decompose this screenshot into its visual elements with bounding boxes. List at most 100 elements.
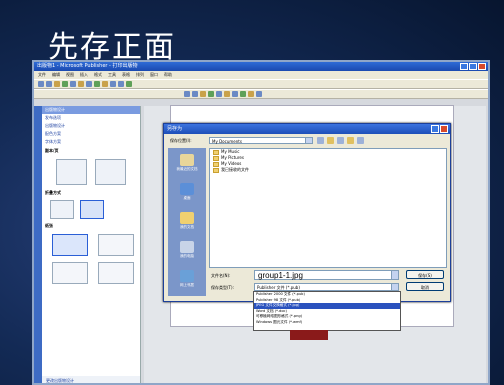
layout-option-2[interactable]	[95, 159, 126, 185]
redo-icon[interactable]	[110, 81, 116, 87]
fold-thumbs	[42, 198, 140, 221]
menu-help[interactable]: 帮助	[164, 71, 172, 79]
font-color-icon[interactable]	[248, 91, 254, 97]
filename-input[interactable]: group1-1.jpg	[254, 270, 399, 280]
document-graphic	[290, 330, 328, 340]
bullets-icon[interactable]	[232, 91, 238, 97]
save-icon[interactable]	[54, 81, 60, 87]
up-folder-icon[interactable]	[327, 137, 334, 144]
objects-toolbar[interactable]	[34, 106, 42, 383]
italic-icon[interactable]	[192, 91, 198, 97]
sheet-option-2[interactable]	[98, 234, 134, 256]
dialog-title-bar: 另存为	[164, 124, 450, 134]
menu-tools[interactable]: 工具	[108, 71, 116, 79]
sheet-option-4[interactable]	[98, 262, 134, 284]
menu-bar: 文件 编辑 视图 插入 格式 工具 表格 排列 窗口 帮助	[34, 71, 488, 79]
zoom-icon[interactable]	[118, 81, 124, 87]
folder-icon	[213, 149, 219, 155]
chevron-down-icon[interactable]	[391, 271, 398, 279]
filename-label: 文件名(N):	[211, 273, 231, 278]
standard-toolbar	[34, 79, 488, 89]
bold-icon[interactable]	[184, 91, 190, 97]
slide: 先存正面 出版物1 - Microsoft Publisher - 打印出版物 …	[0, 0, 504, 385]
place-recent[interactable]: 我最近的文档	[171, 152, 203, 179]
delete-icon[interactable]	[337, 137, 344, 144]
network-icon	[180, 270, 194, 282]
paste-icon[interactable]	[94, 81, 100, 87]
app-title-bar: 出版物1 - Microsoft Publisher - 打印出版物	[34, 62, 488, 71]
layout-thumbs	[42, 156, 140, 188]
dialog-controls	[431, 125, 448, 133]
underline-icon[interactable]	[200, 91, 206, 97]
copy-icon[interactable]	[86, 81, 92, 87]
filetype-option[interactable]: Windows 图元文件 (*.wmf)	[254, 320, 400, 326]
print-icon[interactable]	[62, 81, 68, 87]
numbering-icon[interactable]	[240, 91, 246, 97]
section-fold: 折叠方式	[45, 190, 61, 195]
cancel-button[interactable]: 取消	[406, 282, 444, 291]
filetype-value: Publisher 文件 (*.pub)	[257, 285, 300, 290]
align-right-icon[interactable]	[224, 91, 230, 97]
sheet-option-1[interactable]	[52, 234, 88, 256]
filename-value: group1-1.jpg	[258, 271, 303, 280]
format-icons	[184, 91, 262, 97]
menu-file[interactable]: 文件	[38, 71, 46, 79]
place-computer[interactable]: 我的电脑	[171, 239, 203, 266]
recent-icon	[180, 154, 194, 166]
fold-option-1[interactable]	[50, 200, 74, 219]
app-title: 出版物1 - Microsoft Publisher - 打印出版物	[37, 63, 138, 69]
file-list[interactable]: My Music My Pictures My Videos 我已接收的文件	[209, 148, 447, 268]
help-icon[interactable]	[126, 81, 132, 87]
menu-table[interactable]: 表格	[122, 71, 130, 79]
place-documents[interactable]: 我的文档	[171, 210, 203, 237]
task-pane-footer[interactable]: 更改出版物设计	[42, 376, 140, 383]
menu-format[interactable]: 格式	[94, 71, 102, 79]
align-center-icon[interactable]	[216, 91, 222, 97]
window-controls	[460, 63, 486, 70]
maximize-icon[interactable]	[469, 63, 477, 70]
folder-icon	[213, 167, 219, 173]
place-network[interactable]: 网上邻居	[171, 268, 203, 295]
filetype-label: 保存类型(T):	[211, 285, 234, 290]
close-icon[interactable]	[478, 63, 486, 70]
new-icon[interactable]	[38, 81, 44, 87]
section-layout: 副本/页	[45, 148, 59, 153]
sheet-option-3[interactable]	[52, 262, 88, 284]
close-icon[interactable]	[440, 125, 448, 133]
task-link-fonts[interactable]: 字体方案	[42, 138, 140, 146]
cut-icon[interactable]	[78, 81, 84, 87]
open-icon[interactable]	[46, 81, 52, 87]
task-link-colors[interactable]: 配色方案	[42, 130, 140, 138]
filetype-dropdown-list[interactable]: Publisher 2000 文件 (*.pub) Publisher 98 文…	[253, 291, 401, 331]
task-pane: 出版物设计 发布选项 出版物设计 配色方案 字体方案 副本/页 折叠方式 纸张	[42, 106, 141, 383]
list-item[interactable]: 我已接收的文件	[210, 167, 446, 173]
new-folder-icon[interactable]	[347, 137, 354, 144]
undo-icon[interactable]	[102, 81, 108, 87]
back-icon[interactable]	[317, 137, 324, 144]
menu-insert[interactable]: 插入	[80, 71, 88, 79]
save-in-select[interactable]: My Documents	[209, 137, 313, 144]
preview-icon[interactable]	[70, 81, 76, 87]
chevron-down-icon[interactable]	[391, 284, 398, 290]
menu-arrange[interactable]: 排列	[136, 71, 144, 79]
task-link-design[interactable]: 出版物设计	[42, 122, 140, 130]
chevron-down-icon[interactable]	[305, 138, 312, 143]
save-button[interactable]: 保存(S)	[406, 270, 444, 279]
layout-option-1[interactable]	[56, 159, 87, 185]
help-icon[interactable]	[431, 125, 439, 133]
fold-option-2[interactable]	[80, 200, 104, 219]
task-link-options[interactable]: 发布选项	[42, 114, 140, 122]
menu-view[interactable]: 视图	[66, 71, 74, 79]
formatting-toolbar	[34, 89, 488, 99]
dialog-title: 另存为	[167, 126, 183, 132]
views-icon[interactable]	[357, 137, 364, 144]
filetype-select[interactable]: Publisher 文件 (*.pub)	[254, 283, 399, 291]
align-left-icon[interactable]	[208, 91, 214, 97]
minimize-icon[interactable]	[460, 63, 468, 70]
place-desktop[interactable]: 桌面	[171, 181, 203, 208]
fill-color-icon[interactable]	[256, 91, 262, 97]
menu-edit[interactable]: 编辑	[52, 71, 60, 79]
task-pane-header: 出版物设计	[42, 106, 140, 114]
sheet-grid	[42, 231, 140, 287]
menu-window[interactable]: 窗口	[150, 71, 158, 79]
